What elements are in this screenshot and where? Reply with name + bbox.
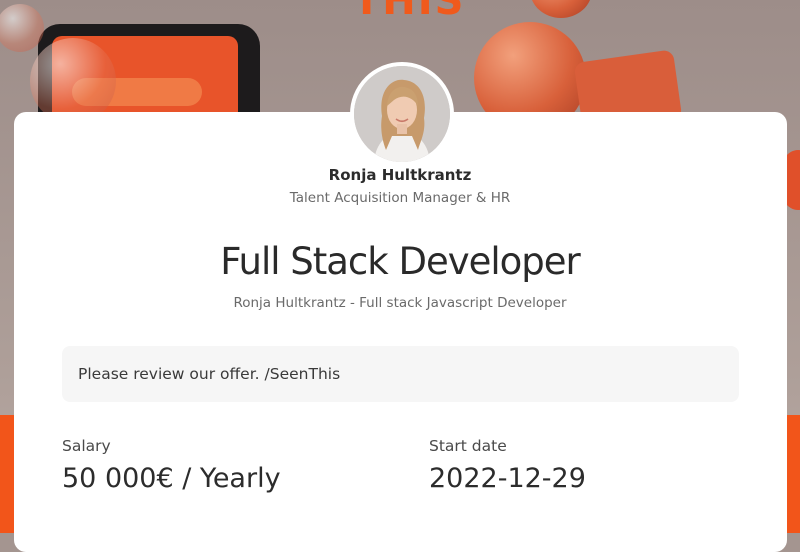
recruiter-name: Ronja Hultkrantz — [328, 166, 472, 184]
salary-value: 50 000€ / Yearly — [62, 463, 281, 494]
avatar — [350, 62, 454, 166]
hero-headline: THIS — [353, 0, 466, 24]
offer-message: Please review our offer. /SeenThis — [62, 346, 739, 402]
job-subtitle: Ronja Hultkrantz - Full stack Javascript… — [233, 295, 567, 311]
person-portrait-icon — [354, 66, 450, 162]
salary-label: Salary — [62, 437, 111, 455]
start-date-label: Start date — [429, 437, 507, 455]
start-date-value: 2022-12-29 — [429, 463, 586, 494]
job-title: Full Stack Developer — [220, 240, 581, 283]
sphere-decoration — [530, 0, 592, 18]
recruiter-role: Talent Acquisition Manager & HR — [289, 190, 511, 206]
